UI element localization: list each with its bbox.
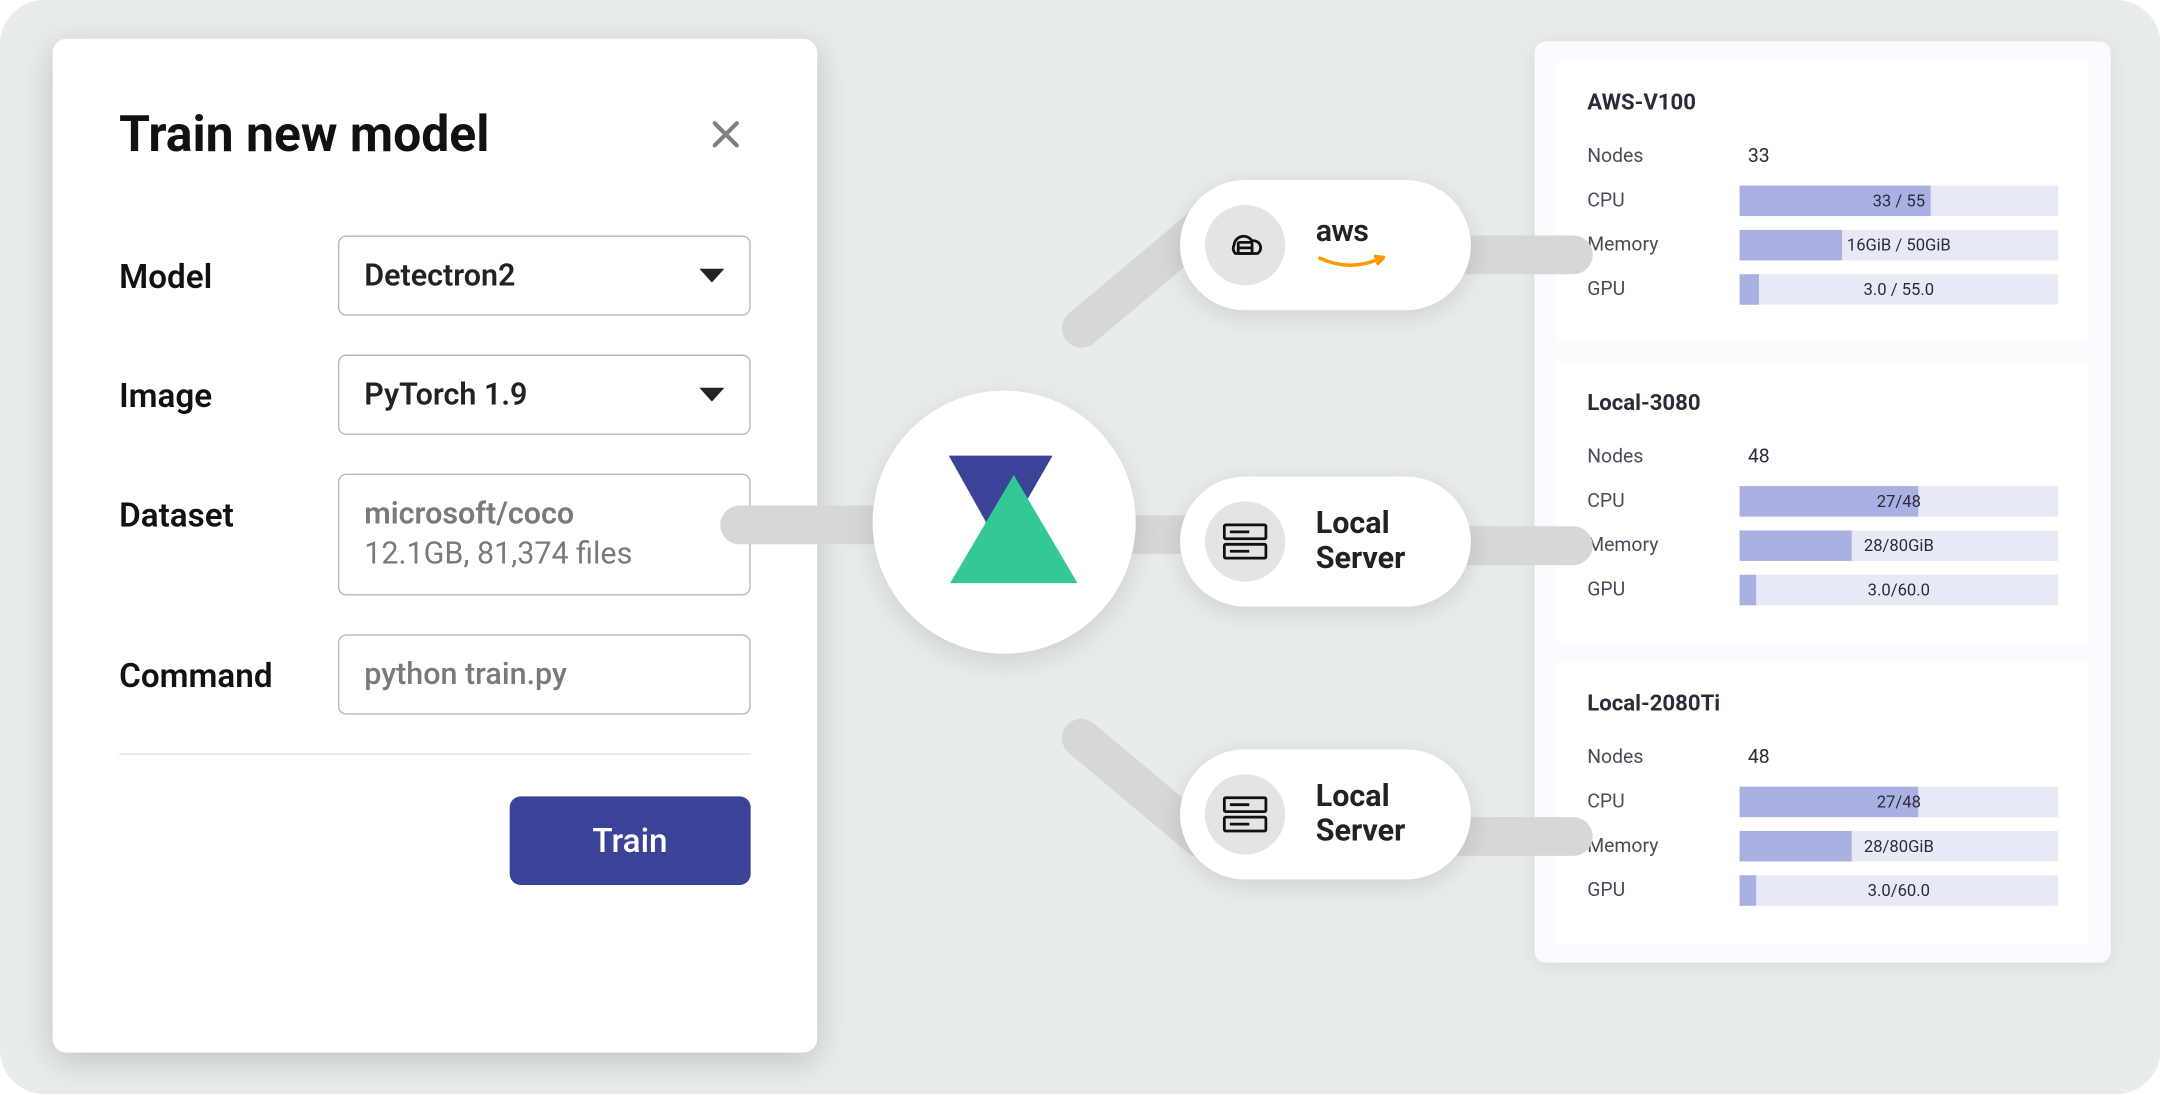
memory-label: Memory bbox=[1587, 535, 1739, 557]
cpu-value: 27/48 bbox=[1877, 492, 1921, 511]
resource-title: AWS-V100 bbox=[1587, 89, 2058, 115]
cpu-value: 27/48 bbox=[1877, 792, 1921, 811]
server-icon bbox=[1205, 501, 1285, 581]
nodes-label: Nodes bbox=[1587, 145, 1739, 167]
gpu-bar: 3.0/60.0 bbox=[1740, 875, 2059, 905]
cpu-value: 33 / 55 bbox=[1873, 191, 1925, 210]
close-icon[interactable] bbox=[701, 109, 751, 159]
cpu-label: CPU bbox=[1587, 490, 1739, 512]
resource-card: Local-3080 Nodes 48 CPU 27/48 Memory 28/… bbox=[1557, 361, 2089, 642]
train-button[interactable]: Train bbox=[509, 796, 750, 885]
cpu-bar: 27/48 bbox=[1740, 787, 2059, 817]
dataset-name: microsoft/coco bbox=[364, 497, 574, 532]
nodes-label: Nodes bbox=[1587, 747, 1739, 769]
gpu-value: 3.0/60.0 bbox=[1868, 580, 1930, 599]
chevron-down-icon bbox=[699, 269, 724, 283]
cpu-bar: 27/48 bbox=[1740, 486, 2059, 516]
target-local-1[interactable]: LocalServer bbox=[1180, 476, 1471, 606]
resource-card: AWS-V100 Nodes 33 CPU 33 / 55 Memory 16G… bbox=[1557, 61, 2089, 342]
gpu-label: GPU bbox=[1587, 879, 1739, 901]
command-field[interactable] bbox=[338, 634, 751, 714]
image-select[interactable]: PyTorch 1.9 bbox=[338, 355, 751, 435]
cloud-server-icon bbox=[1205, 205, 1285, 285]
app-frame: Train new model Model Detectron2 Image P… bbox=[0, 0, 2160, 1094]
cpu-label: CPU bbox=[1587, 791, 1739, 813]
memory-bar: 16GiB / 50GiB bbox=[1740, 230, 2059, 260]
model-value: Detectron2 bbox=[364, 258, 515, 293]
memory-bar: 28/80GiB bbox=[1740, 530, 2059, 560]
image-label: Image bbox=[119, 355, 338, 416]
image-value: PyTorch 1.9 bbox=[364, 377, 527, 412]
target-label: LocalServer bbox=[1316, 506, 1406, 576]
resource-title: Local-3080 bbox=[1587, 389, 2058, 415]
memory-value: 28/80GiB bbox=[1864, 837, 1934, 856]
gpu-value: 3.0 / 55.0 bbox=[1864, 280, 1935, 299]
memory-label: Memory bbox=[1587, 835, 1739, 857]
command-label: Command bbox=[119, 634, 338, 695]
server-icon bbox=[1205, 774, 1285, 854]
model-select[interactable]: Detectron2 bbox=[338, 235, 751, 315]
command-input[interactable] bbox=[364, 657, 724, 692]
modal-title: Train new model bbox=[119, 105, 489, 163]
gpu-label: GPU bbox=[1587, 579, 1739, 601]
train-modal: Train new model Model Detectron2 Image P… bbox=[53, 39, 818, 1053]
cpu-bar: 33 / 55 bbox=[1740, 186, 2059, 216]
aws-label: aws bbox=[1316, 215, 1385, 276]
cpu-label: CPU bbox=[1587, 190, 1739, 212]
dataset-meta: 12.1GB, 81,374 files bbox=[364, 537, 632, 572]
model-label: Model bbox=[119, 235, 338, 296]
resource-title: Local-2080Ti bbox=[1587, 690, 2058, 716]
memory-value: 28/80GiB bbox=[1864, 536, 1934, 555]
resource-panel: AWS-V100 Nodes 33 CPU 33 / 55 Memory 16G… bbox=[1535, 42, 2111, 963]
dataset-label: Dataset bbox=[119, 474, 338, 535]
target-local-2[interactable]: LocalServer bbox=[1180, 749, 1471, 879]
dataset-field[interactable]: microsoft/coco 12.1GB, 81,374 files bbox=[338, 474, 751, 596]
divider bbox=[119, 753, 751, 754]
nodes-value: 33 bbox=[1740, 145, 1770, 167]
gpu-bar: 3.0 / 55.0 bbox=[1740, 274, 2059, 304]
chevron-down-icon bbox=[699, 388, 724, 402]
target-aws[interactable]: aws bbox=[1180, 180, 1471, 310]
nodes-label: Nodes bbox=[1587, 446, 1739, 468]
memory-bar: 28/80GiB bbox=[1740, 831, 2059, 861]
target-label: LocalServer bbox=[1316, 779, 1406, 849]
gpu-value: 3.0/60.0 bbox=[1868, 881, 1930, 900]
hub-logo bbox=[873, 391, 1136, 654]
gpu-bar: 3.0/60.0 bbox=[1740, 575, 2059, 605]
resource-card: Local-2080Ti Nodes 48 CPU 27/48 Memory 2… bbox=[1557, 662, 2089, 943]
nodes-value: 48 bbox=[1740, 446, 1770, 468]
gpu-label: GPU bbox=[1587, 278, 1739, 300]
nodes-value: 48 bbox=[1740, 747, 1770, 769]
memory-value: 16GiB / 50GiB bbox=[1847, 235, 1951, 254]
memory-label: Memory bbox=[1587, 234, 1739, 256]
